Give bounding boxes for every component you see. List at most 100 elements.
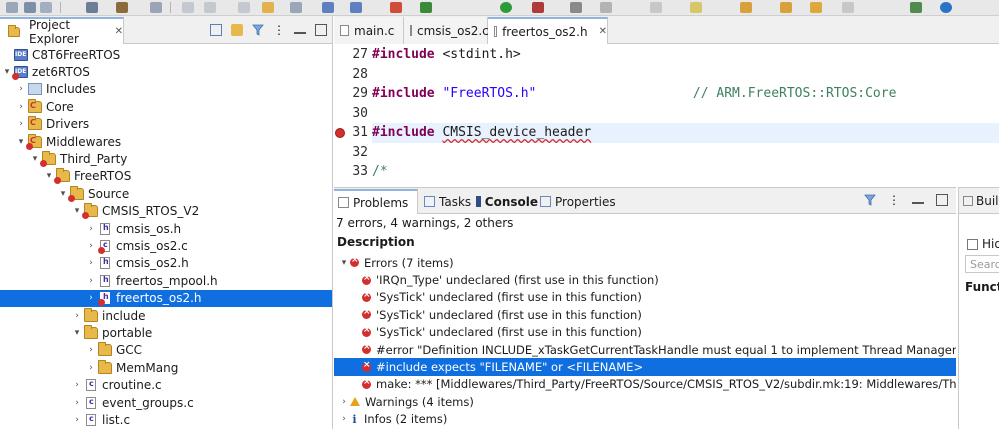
- hide-checkbox-row[interactable]: Hide: [967, 237, 999, 251]
- collapse-arrow-icon[interactable]: ▾: [58, 189, 68, 199]
- project-explorer-tab[interactable]: Project Explorer ✕: [0, 17, 124, 46]
- tab-console[interactable]: Console: [472, 189, 538, 214]
- tree-item-core[interactable]: › Core: [0, 98, 332, 115]
- expand-arrow-icon[interactable]: ›: [86, 258, 96, 268]
- collapse-all-icon[interactable]: [210, 24, 222, 36]
- problem-item[interactable]: #error "Definition INCLUDE_xTaskGetCurre…: [334, 341, 956, 358]
- problem-item[interactable]: 'SysTick' undeclared (first use in this …: [334, 306, 956, 323]
- tab-cmsis-os2-c[interactable]: cmsis_os2.c: [404, 17, 489, 44]
- open-icon[interactable]: [290, 2, 302, 13]
- nav-back-icon[interactable]: [810, 2, 822, 13]
- tree-item-zet6rtos[interactable]: ▾ zet6RTOS: [0, 63, 332, 81]
- tree-item-drivers[interactable]: › Drivers: [0, 116, 332, 133]
- copy-icon[interactable]: [350, 2, 362, 13]
- minimize-icon[interactable]: [912, 196, 924, 204]
- code-line[interactable]: #include CMSIS_device_header: [372, 123, 999, 143]
- search-input[interactable]: Searc: [965, 255, 999, 273]
- hand-icon[interactable]: [262, 2, 274, 13]
- expand-arrow-icon[interactable]: ›: [86, 224, 96, 234]
- problem-item[interactable]: #include expects "FILENAME" or <FILENAME…: [334, 358, 956, 376]
- maximize-icon[interactable]: [936, 194, 948, 206]
- tree-item-includes[interactable]: › Includes: [0, 81, 332, 98]
- expand-arrow-icon[interactable]: ›: [72, 415, 82, 425]
- problem-group-warning[interactable]: › Warnings (4 items): [334, 393, 956, 410]
- expand-arrow-icon[interactable]: ›: [86, 241, 96, 251]
- expand-arrow-icon[interactable]: ›: [16, 119, 26, 129]
- collapse-arrow-icon[interactable]: ▾: [72, 206, 82, 216]
- expand-arrow-icon[interactable]: ›: [86, 345, 96, 355]
- tree-item-cmsis-os2-h[interactable]: › cmsis_os2.h: [0, 255, 332, 272]
- run-icon[interactable]: [500, 2, 512, 13]
- close-icon[interactable]: ✕: [599, 26, 607, 37]
- save-icon[interactable]: [24, 2, 36, 13]
- minimize-icon[interactable]: [294, 26, 306, 34]
- expand-arrow-icon[interactable]: ›: [86, 276, 96, 286]
- build-analyzer-tab[interactable]: Buil: [959, 188, 999, 214]
- expand-arrow-icon[interactable]: ›: [72, 398, 82, 408]
- expand-arrow-icon[interactable]: ›: [86, 293, 96, 303]
- code-line[interactable]: [372, 65, 999, 85]
- expand-arrow-icon[interactable]: ›: [16, 102, 26, 112]
- tab-tasks[interactable]: Tasks: [420, 189, 472, 214]
- collapse-arrow-icon[interactable]: ▾: [44, 171, 54, 181]
- tree-item-gcc[interactable]: › GCC: [0, 342, 332, 359]
- tree-item-memmang[interactable]: › MemMang: [0, 359, 332, 376]
- code-line[interactable]: #include "FreeRTOS.h" // ARM.FreeRTOS::R…: [372, 84, 999, 104]
- tab-freertos-os2-h[interactable]: freertos_os2.h ✕: [488, 17, 608, 44]
- collapse-arrow-icon[interactable]: ▾: [16, 137, 26, 147]
- collapse-arrow-icon[interactable]: ▾: [72, 328, 82, 338]
- expand-arrow-icon[interactable]: ›: [72, 311, 82, 321]
- annotation-icon[interactable]: [690, 2, 702, 13]
- error-marker-icon[interactable]: [335, 128, 345, 138]
- tree-item-event-groups-c[interactable]: › event_groups.c: [0, 394, 332, 411]
- tree-item-middlewares[interactable]: ▾ Middlewares: [0, 133, 332, 150]
- expand-arrow-icon[interactable]: ›: [16, 84, 26, 94]
- expand-arrow-icon[interactable]: ›: [338, 414, 350, 424]
- pen-icon[interactable]: [650, 2, 662, 13]
- tree-item-croutine-c[interactable]: › croutine.c: [0, 377, 332, 394]
- debug-config-icon[interactable]: [150, 2, 162, 13]
- debug-icon[interactable]: [532, 2, 544, 13]
- tree-item-list-c[interactable]: › list.c: [0, 411, 332, 428]
- refresh-icon[interactable]: [420, 2, 432, 13]
- expand-arrow-icon[interactable]: ›: [86, 363, 96, 373]
- problem-item[interactable]: 'SysTick' undeclared (first use in this …: [334, 324, 956, 341]
- maximize-icon[interactable]: [315, 24, 327, 36]
- hide-checkbox[interactable]: [967, 238, 978, 250]
- tree-item-freertos-os2-h[interactable]: › freertos_os2.h: [0, 289, 332, 307]
- filter-icon[interactable]: [252, 24, 264, 36]
- tab-problems[interactable]: Problems: [334, 189, 418, 214]
- problem-item[interactable]: make: *** [Middlewares/Third_Party/FreeR…: [334, 376, 956, 393]
- tree-item-third-party[interactable]: ▾ Third_Party: [0, 150, 332, 168]
- tree-item-cmsis-os-h[interactable]: › cmsis_os.h: [0, 220, 332, 237]
- search-icon[interactable]: [600, 2, 612, 13]
- filter-icon[interactable]: [864, 194, 876, 206]
- problem-group-info[interactable]: › i Infos (2 items): [334, 411, 956, 428]
- code-line[interactable]: /*: [372, 162, 999, 182]
- problem-group-error[interactable]: ▾ Errors (7 items): [334, 254, 956, 271]
- open-perspective-icon[interactable]: [910, 2, 922, 13]
- tree-item-freertos-mpool-h[interactable]: › freertos_mpool.h: [0, 272, 332, 289]
- save-all-icon[interactable]: [40, 2, 52, 13]
- tree-item-cmsis-os2-c[interactable]: › cmsis_os2.c: [0, 237, 332, 255]
- tree-item-source[interactable]: ▾ Source: [0, 185, 332, 202]
- project-icon[interactable]: [322, 2, 334, 13]
- expand-arrow-icon[interactable]: ›: [338, 397, 350, 407]
- back-icon[interactable]: [182, 2, 194, 13]
- link-editor-icon[interactable]: [231, 24, 243, 36]
- problem-item[interactable]: 'IRQn_Type' undeclared (first use in thi…: [334, 271, 956, 288]
- tree-item-c8t6freertos[interactable]: C8T6FreeRTOS: [0, 46, 332, 63]
- collapse-arrow-icon[interactable]: ▾: [2, 67, 12, 77]
- tree-item-portable[interactable]: ▾ portable: [0, 324, 332, 341]
- external-tools-icon[interactable]: [390, 2, 402, 13]
- tree-item-include[interactable]: › include: [0, 307, 332, 324]
- code-line[interactable]: [372, 143, 999, 163]
- view-menu-icon[interactable]: ⋮: [273, 24, 285, 36]
- collapse-arrow-icon[interactable]: ▾: [30, 154, 40, 164]
- prev-annotation-icon[interactable]: [780, 2, 792, 13]
- settings-icon[interactable]: [86, 2, 98, 13]
- new-icon[interactable]: [6, 2, 18, 13]
- info-icon[interactable]: [940, 2, 952, 13]
- next-annotation-icon[interactable]: [740, 2, 752, 13]
- skip-icon[interactable]: [238, 2, 250, 13]
